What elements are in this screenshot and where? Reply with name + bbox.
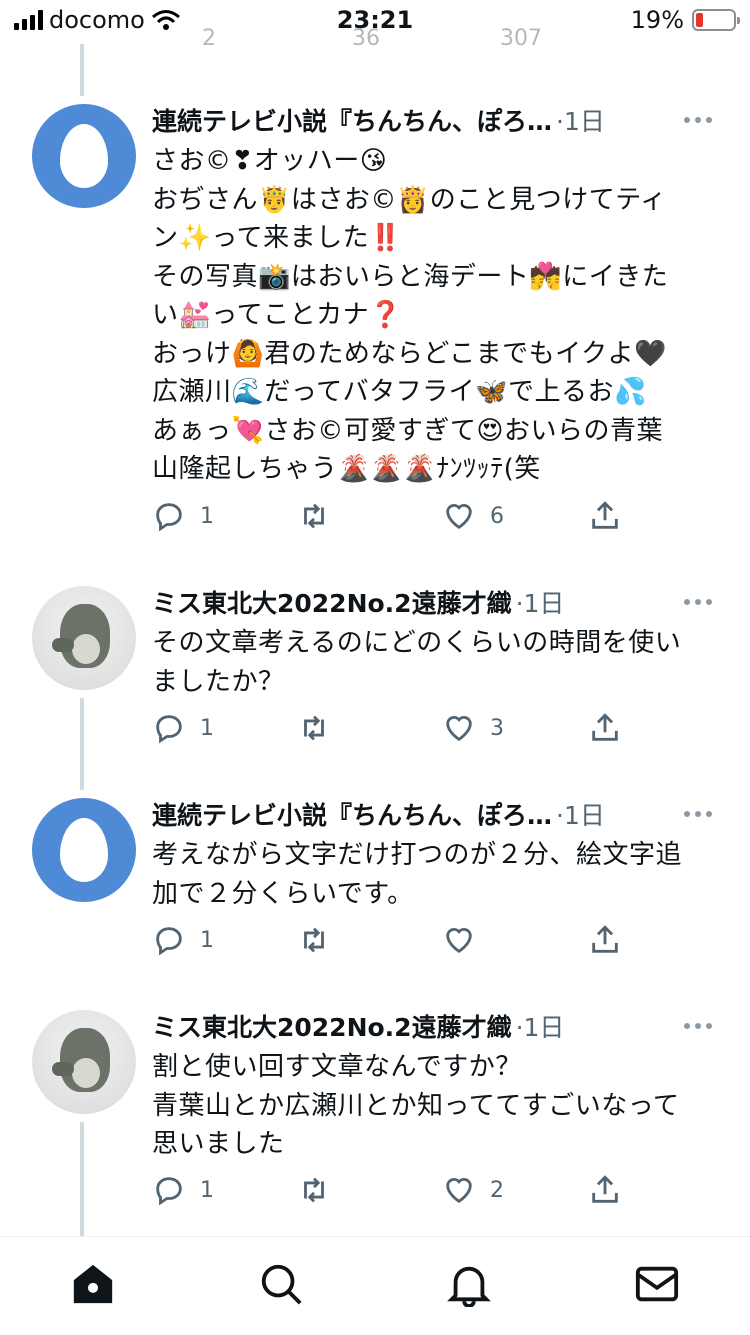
notifications-icon <box>447 1266 491 1308</box>
like-button[interactable] <box>442 920 490 960</box>
tab-notifications[interactable] <box>446 1261 492 1308</box>
retweet-icon <box>304 503 324 529</box>
thread-line <box>80 44 84 96</box>
reply-count: 1 <box>200 927 214 953</box>
tweet-text: その文章考えるのにどのくらいの時間を使い ましたか？ <box>152 628 682 697</box>
retweet-button[interactable] <box>297 708 345 748</box>
messages-icon <box>635 1266 679 1302</box>
tab-bar <box>0 1236 750 1335</box>
like-button[interactable]: 3 <box>442 708 504 748</box>
avatar[interactable] <box>32 586 136 690</box>
thread-line <box>80 1122 84 1236</box>
like-button[interactable]: 2 <box>442 1170 504 1210</box>
display-name[interactable]: 連続テレビ小説『ちんちん、ぽろ… <box>152 796 552 832</box>
share-button[interactable] <box>588 920 622 960</box>
more-icon[interactable] <box>684 100 712 140</box>
tweet-actions: 1 6 <box>152 496 632 536</box>
timestamp: ·1日 <box>515 1013 565 1042</box>
reply-button[interactable]: 1 <box>152 920 214 960</box>
display-name[interactable]: 連続テレビ小説『ちんちん、ぽろ… <box>152 102 552 138</box>
heart-icon <box>446 1178 472 1204</box>
display-name[interactable]: ミス東北大2022No.2遠藤才織 <box>152 1008 512 1044</box>
tweet-text: 考えながら文字だけ打つのが２分、絵文字追 加で２分くらいです。 <box>152 840 683 909</box>
reply-count: 1 <box>200 503 214 529</box>
heart-icon <box>446 504 472 530</box>
retweet-button[interactable] <box>297 920 345 960</box>
tweet-header: 連続テレビ小説『ちんちん、ぽろ… ·1日 <box>152 794 722 834</box>
reply-button[interactable]: 1 <box>152 708 214 748</box>
reply-icon <box>156 503 182 532</box>
display-name[interactable]: ミス東北大2022No.2遠藤才織 <box>152 584 512 620</box>
tab-messages[interactable] <box>634 1261 680 1307</box>
reply-icon <box>156 927 182 956</box>
tab-search[interactable] <box>258 1261 304 1307</box>
tweet-header: ミス東北大2022No.2遠藤才織 ·1日 <box>152 1006 722 1046</box>
reply-icon <box>156 1177 182 1206</box>
battery-group: 19% <box>630 6 740 34</box>
share-icon <box>592 1175 618 1203</box>
prev-reply-count: 2 <box>202 26 216 51</box>
thread-line <box>80 698 84 790</box>
retweet-icon <box>304 927 324 953</box>
heart-icon <box>446 716 472 742</box>
share-icon <box>592 501 618 529</box>
share-button[interactable] <box>588 1170 622 1210</box>
timestamp: ·1日 <box>556 801 605 830</box>
tweet-header: ミス東北大2022No.2遠藤才織 ·1日 <box>152 582 722 622</box>
tweet-actions: 1 2 <box>152 1170 632 1210</box>
timestamp: ·1日 <box>556 107 605 136</box>
avatar[interactable] <box>32 1010 136 1114</box>
avatar[interactable] <box>32 104 136 208</box>
timestamp: ·1日 <box>515 589 565 618</box>
share-icon <box>592 713 618 741</box>
heart-icon <box>446 928 472 954</box>
like-count: 6 <box>490 503 504 529</box>
home-icon <box>73 1264 113 1304</box>
like-count: 2 <box>490 1177 504 1203</box>
tweet-actions: 1 3 <box>152 708 632 748</box>
like-count: 3 <box>490 715 504 741</box>
share-button[interactable] <box>588 708 622 748</box>
share-button[interactable] <box>588 496 622 536</box>
tweet-actions: 1 <box>152 920 632 960</box>
avatar[interactable] <box>32 798 136 902</box>
retweet-icon <box>304 715 324 741</box>
search-icon <box>261 1264 302 1305</box>
more-icon[interactable] <box>684 582 712 622</box>
prev-retweet-count: 36 <box>352 26 380 51</box>
battery-icon <box>692 9 740 31</box>
like-button[interactable]: 6 <box>442 496 504 536</box>
battery-fill <box>696 13 703 27</box>
tweet-header: 連続テレビ小説『ちんちん、ぽろ… ·1日 <box>152 100 722 140</box>
reply-count: 1 <box>200 1177 214 1203</box>
prev-like-count: 307 <box>500 26 542 51</box>
more-icon[interactable] <box>684 794 712 834</box>
tweet-text: さお©︎❣オッハー😘 おぢさん🤴はさお©︎👸のこと見つけてティ ン✨って来ました… <box>152 146 669 484</box>
share-icon <box>592 925 618 953</box>
reply-count: 1 <box>200 715 214 741</box>
retweet-button[interactable] <box>297 1170 345 1210</box>
battery-percent: 19% <box>630 6 684 34</box>
previous-tweet-actions: 2 36 307 <box>152 26 632 52</box>
reply-button[interactable]: 1 <box>152 496 214 536</box>
retweet-button[interactable] <box>297 496 345 536</box>
retweet-icon <box>304 1177 324 1203</box>
tweet-text: 割と使い回す文章なんですか？ 青葉山とか広瀬川とか知っててすごいなって 思いまし… <box>152 1052 680 1159</box>
more-icon[interactable] <box>684 1006 712 1046</box>
reply-button[interactable]: 1 <box>152 1170 214 1210</box>
reply-icon <box>156 715 182 744</box>
tab-home[interactable] <box>70 1261 116 1307</box>
